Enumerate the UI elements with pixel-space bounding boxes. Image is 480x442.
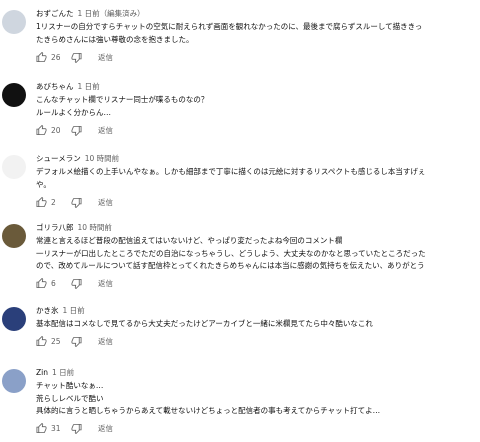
like-count: 26: [51, 52, 61, 62]
avatar[interactable]: [2, 155, 26, 179]
like-icon[interactable]: [36, 423, 47, 434]
comment-text-line: 基本配信はコメなしで見てるから大丈夫だったけどアーカイブと一緒に米欄見てたら中々…: [36, 319, 373, 328]
avatar[interactable]: [2, 224, 26, 248]
comment-text-line: ルールよく分からん…: [36, 107, 111, 117]
dislike-icon[interactable]: [71, 278, 82, 289]
reply-button[interactable]: 返信: [98, 197, 113, 208]
dislike-icon[interactable]: [71, 423, 82, 434]
avatar[interactable]: [2, 83, 26, 107]
avatar[interactable]: [2, 369, 26, 393]
like-icon[interactable]: [36, 336, 47, 347]
comment-text-line: 具体的に言うと晒しちゃうからあえて載せないけどちょっと配信者の事も考えてからチャ…: [36, 406, 381, 415]
comment-time[interactable]: 1 日前: [63, 306, 85, 315]
like-icon[interactable]: [36, 278, 47, 289]
comment-text-line: 常連と言えるほど普段の配信追えてはいないけど、やっぱり変だったよね今回のコメント…: [36, 236, 343, 245]
comment-text: デフォルメ絵描くの上手いんやなぁ。しかも細部まで丁寧に描くのは元絵に対するリスペ…: [36, 166, 480, 191]
avatar[interactable]: [2, 10, 26, 34]
comment-time[interactable]: 1 日前: [52, 368, 74, 377]
author-name[interactable]: あびちゃん: [36, 82, 74, 91]
like-count: 6: [51, 279, 56, 288]
dislike-icon[interactable]: [71, 336, 82, 347]
author-name[interactable]: ゴリラ八郎: [36, 223, 74, 232]
comment-text-line: 一リスナーが口出したところでただの自治になっちゃうし、どうしよう、大丈夫なのかな…: [36, 248, 426, 258]
comment-text: 基本配信はコメなしで見てるから大丈夫だったけどアーカイブと一緒に米欄見てたら中々…: [36, 318, 480, 331]
comment-actions: 26 返信: [36, 50, 480, 64]
comment-text-line: 1リスナーの自分ですらチャットの空気に耐えられず画面を観れなかったのに、最後まで…: [36, 22, 423, 31]
comment-actions: 2 返信: [36, 195, 480, 209]
reply-button[interactable]: 返信: [98, 278, 113, 289]
author-name[interactable]: かき氷: [36, 306, 59, 315]
comment-time[interactable]: 10 時間前: [85, 154, 119, 163]
comment-text: 常連と言えるほど普段の配信追えてはいないけど、やっぱり変だったよね今回のコメント…: [36, 235, 480, 273]
comment-time[interactable]: 1 日前（編集済み）: [78, 9, 145, 18]
comment-header: おずごんた 1 日前（編集済み）: [36, 8, 480, 19]
like-icon[interactable]: [36, 124, 47, 136]
comment-actions: 6 返信: [36, 277, 480, 291]
comment-header: ゴリラ八郎 10 時間前: [36, 222, 480, 233]
like-count: 31: [51, 424, 61, 433]
comment-header: あびちゃん 1 日前: [36, 81, 480, 92]
author-name[interactable]: シューメラン: [36, 154, 81, 163]
comment-text: チャット酷いなぁ… 荒らしレベルで酷い具体的に言うと晒しちゃうからあえて載せないけ…: [36, 380, 480, 418]
like-icon[interactable]: [36, 196, 47, 208]
comment-actions: 20 返信: [36, 123, 480, 137]
dislike-icon[interactable]: [71, 197, 82, 208]
reply-button[interactable]: 返信: [98, 423, 113, 434]
dislike-icon[interactable]: [71, 125, 82, 136]
comment-time[interactable]: 10 時間前: [78, 223, 112, 232]
author-name[interactable]: Zin: [36, 368, 48, 377]
comment-text: こんなチャット欄でリスナー同士が喋るものなの？ ルールよく分からん…: [36, 94, 480, 119]
avatar[interactable]: [2, 307, 26, 331]
author-name[interactable]: おずごんた: [36, 9, 74, 18]
comment-text: 1リスナーの自分ですらチャットの空気に耐えられず画面を観れなかったのに、最後まで…: [36, 21, 480, 46]
comment-time[interactable]: 1 日前: [78, 82, 100, 91]
like-count: 25: [51, 337, 61, 346]
comment-header: Zin 1 日前: [36, 367, 480, 378]
comment-text-line: デフォルメ絵描くの上手いんやなぁ。しかも細部まで丁寧に描くのは元絵に対するリスペ…: [36, 167, 426, 176]
like-count: 2: [51, 197, 56, 207]
like-icon[interactable]: [36, 51, 47, 63]
comment-header: シューメラン 10 時間前: [36, 153, 480, 164]
comment-text-line: こんなチャット欄でリスナー同士が喋るものなの？: [36, 95, 209, 104]
comment-text-line: たきらめさんには強い尊敬の念を抱きました。: [36, 34, 194, 44]
reply-button[interactable]: 返信: [98, 52, 113, 63]
comment-actions: 31 返信: [36, 422, 480, 436]
comment-text-line: 荒らしレベルで酷い: [36, 393, 104, 403]
comment-header: かき氷 1 日前: [36, 305, 480, 316]
comment-actions: 25 返信: [36, 335, 480, 349]
comment-text-line: チャット酷いなぁ…: [36, 381, 104, 390]
comment-text-line: や。: [36, 179, 51, 189]
like-count: 20: [51, 125, 61, 135]
comment-text-line: ので、改めてルールについて話す配信枠とってくれたきらめちゃんには本当に感謝の気持…: [36, 261, 425, 270]
dislike-icon[interactable]: [71, 52, 82, 63]
reply-button[interactable]: 返信: [98, 336, 113, 347]
reply-button[interactable]: 返信: [98, 125, 113, 136]
